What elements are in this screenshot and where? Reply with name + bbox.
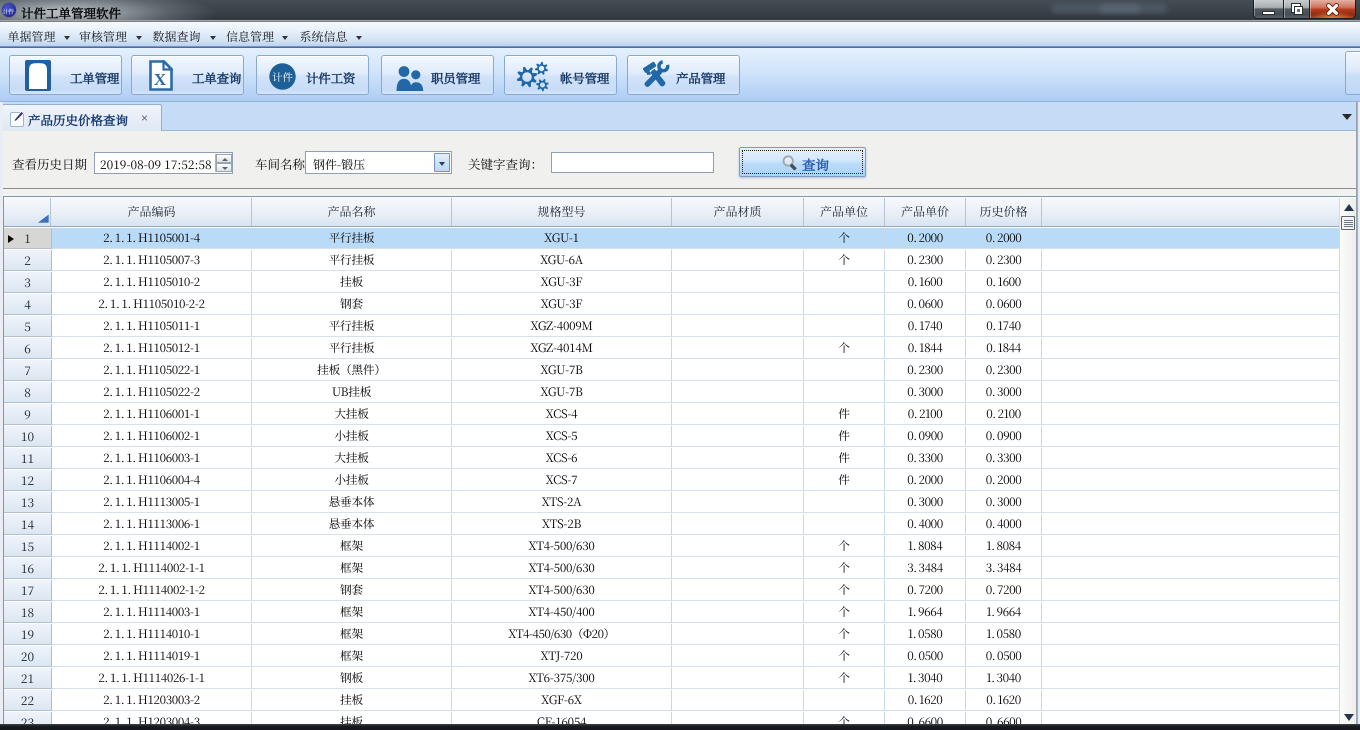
svg-text:计件: 计件 — [272, 70, 293, 85]
svg-text:X: X — [154, 70, 167, 89]
